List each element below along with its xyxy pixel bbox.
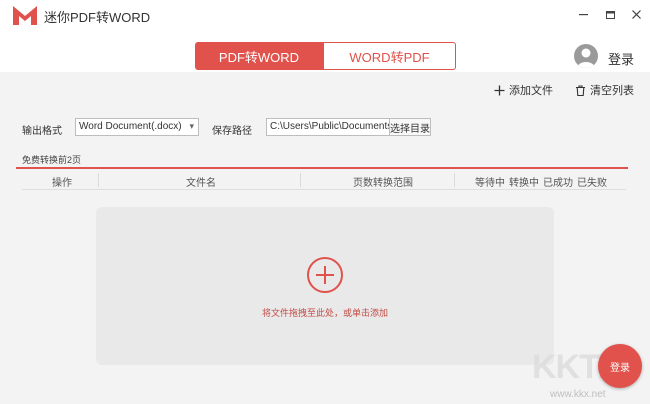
close-button[interactable] <box>627 5 645 23</box>
close-icon <box>631 9 641 19</box>
column-separator <box>98 173 99 187</box>
chevron-down-icon: ▾ <box>189 121 194 131</box>
watermark-url: www.kkx.net <box>550 389 606 400</box>
column-header-failed: 已失败 <box>577 178 607 189</box>
column-header-action: 操作 <box>52 178 72 189</box>
add-circle-icon[interactable] <box>307 257 343 293</box>
add-file-button[interactable]: 添加文件 <box>494 82 553 98</box>
clear-list-button[interactable]: 清空列表 <box>575 82 634 98</box>
minimize-icon <box>578 13 588 15</box>
column-header-waiting: 等待中 <box>475 178 505 189</box>
trash-icon <box>576 84 585 96</box>
output-format-select[interactable]: Word Document(.docx) ▾ <box>75 118 199 136</box>
column-header-succeeded: 已成功 <box>543 178 573 189</box>
column-separator <box>300 173 301 187</box>
login-link[interactable]: 登录 <box>608 49 634 68</box>
save-path-label: 保存路径 <box>212 126 252 137</box>
tab-word-to-pdf[interactable]: WORD转PDF <box>323 42 456 70</box>
divider-line <box>16 167 628 169</box>
user-silhouette-icon <box>577 48 595 68</box>
restore-icon <box>605 10 615 19</box>
output-format-value: Word Document(.docx) <box>79 121 182 132</box>
minimize-button[interactable] <box>574 5 592 23</box>
restore-button[interactable] <box>601 5 619 23</box>
tab-pdf-to-word[interactable]: PDF转WORD <box>195 42 323 70</box>
column-header-filename: 文件名 <box>186 178 216 189</box>
choose-directory-button[interactable]: 选择目录 <box>389 118 431 136</box>
tab-bar: PDF转WORD WORD转PDF <box>0 30 650 72</box>
app-title: 迷你PDF转WORD <box>44 10 151 25</box>
column-separator <box>454 173 455 187</box>
drop-zone-hint: 将文件拖拽至此处，或单击添加 <box>261 308 388 318</box>
plus-icon <box>494 85 505 95</box>
title-bar: 迷你PDF转WORD <box>0 0 650 30</box>
column-header-page-range: 页数转换范围 <box>353 178 413 189</box>
user-avatar-icon[interactable] <box>574 44 598 68</box>
column-header-converting: 转换中 <box>509 178 539 189</box>
add-file-label: 添加文件 <box>509 85 553 97</box>
clear-list-label: 清空列表 <box>590 85 634 97</box>
floating-login-button[interactable]: 登录 <box>598 344 642 388</box>
app-logo-icon <box>13 6 37 25</box>
free-pages-note: 免费转换前2页 <box>22 155 82 165</box>
file-table-header: 操作 文件名 页数转换范围 等待中 转换中 已成功 已失败 <box>22 170 626 190</box>
output-format-label: 输出格式 <box>22 126 62 137</box>
save-path-field[interactable]: C:\Users\Public\Documents <box>266 118 390 136</box>
